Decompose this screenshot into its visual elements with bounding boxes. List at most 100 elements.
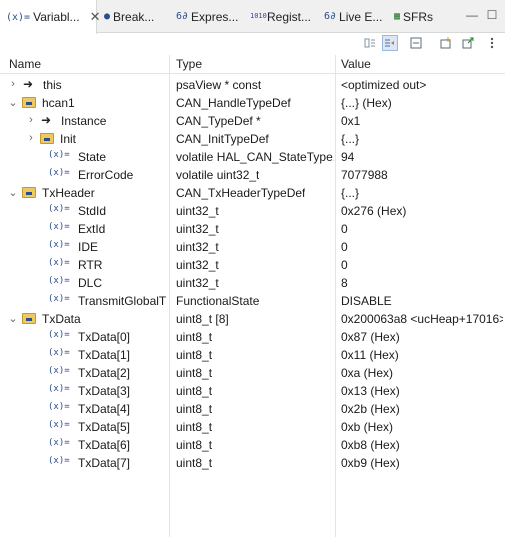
variable-value[interactable]: 0x87 (Hex) (341, 330, 400, 344)
variable-name: StdId (78, 204, 107, 218)
collapse-all-icon[interactable] (408, 35, 424, 51)
variable-value[interactable]: 0x2b (Hex) (341, 402, 400, 416)
struct-folder-icon (40, 133, 54, 144)
variable-type: uint8_t (176, 438, 213, 452)
variable-icon: (x)= (48, 222, 70, 232)
table-row[interactable]: (x)= ExtId uint32_t 0 (0, 220, 505, 238)
variable-type: uint8_t (176, 402, 213, 416)
variable-value[interactable]: 0xa (Hex) (341, 366, 393, 380)
table-row[interactable]: (x)= TxData[2] uint8_t 0xa (Hex) (0, 364, 505, 382)
variable-name: TxHeader (42, 186, 95, 200)
show-logical-structure-icon[interactable] (382, 35, 398, 51)
variable-value[interactable]: 0xb8 (Hex) (341, 438, 400, 452)
pointer-arrow-icon: ➜ (41, 113, 52, 127)
table-row[interactable]: (x)= RTR uint32_t 0 (0, 256, 505, 274)
table-row[interactable]: › ➜ this psaView * const <optimized out> (0, 76, 505, 94)
variable-type: uint32_t (176, 240, 219, 254)
tab-expressions[interactable]: 6∂ Expres... (170, 0, 245, 33)
table-row[interactable]: ⌄ hcan1 CAN_HandleTypeDef {...} (Hex) (0, 94, 505, 112)
variable-value[interactable]: 0xb (Hex) (341, 420, 393, 434)
struct-folder-icon (22, 187, 36, 198)
variable-type: uint32_t (176, 204, 219, 218)
variable-name: RTR (78, 258, 103, 272)
column-header-type[interactable]: Type (176, 57, 202, 71)
variable-value[interactable]: {...} (341, 186, 359, 200)
variable-icon: (x)= (48, 384, 70, 394)
variable-name: Init (60, 132, 77, 146)
chevron-down-icon[interactable]: ⌄ (8, 186, 18, 199)
tab-label: Variabl... (33, 10, 80, 24)
view-menu-icon[interactable] (484, 35, 500, 51)
chevron-down-icon[interactable]: ⌄ (8, 96, 18, 109)
variable-value[interactable]: 0 (341, 240, 348, 254)
column-header-value[interactable]: Value (341, 57, 371, 71)
table-row[interactable]: (x)= ErrorCode volatile uint32_t 7077988 (0, 166, 505, 184)
variable-value[interactable]: 7077988 (341, 168, 388, 182)
chevron-right-icon[interactable]: › (8, 78, 18, 90)
table-row[interactable]: (x)= DLC uint32_t 8 (0, 274, 505, 292)
variable-type: uint8_t (176, 348, 213, 362)
tab-variables[interactable]: (x)= Variabl... ✕ (0, 0, 100, 34)
table-row[interactable]: (x)= TxData[5] uint8_t 0xb (Hex) (0, 418, 505, 436)
variable-name: TransmitGlobalTime (78, 294, 166, 308)
column-header-name[interactable]: Name (9, 57, 41, 71)
variable-value[interactable]: 8 (341, 276, 348, 290)
variable-value[interactable]: {...} (Hex) (341, 96, 392, 110)
maximize-icon[interactable]: ☐ (485, 8, 499, 22)
tab-registers[interactable]: 1010 Regist... (244, 0, 320, 33)
variable-value[interactable]: 0x276 (Hex) (341, 204, 406, 218)
table-row[interactable]: › ➜ Instance CAN_TypeDef * 0x1 (0, 112, 505, 130)
variable-value[interactable]: 0 (341, 258, 348, 272)
table-row[interactable]: (x)= TxData[6] uint8_t 0xb8 (Hex) (0, 436, 505, 454)
table-row[interactable]: (x)= IDE uint32_t 0 (0, 238, 505, 256)
tab-live-expressions[interactable]: 6∂ Live E... (318, 0, 388, 33)
variable-type: uint32_t (176, 222, 219, 236)
variable-name: IDE (78, 240, 99, 254)
variables-icon: (x)= (6, 11, 31, 23)
chevron-right-icon[interactable]: › (26, 114, 36, 126)
open-new-view-icon[interactable] (460, 35, 476, 51)
variable-type: uint8_t (176, 420, 213, 434)
chevron-right-icon[interactable]: › (26, 132, 36, 144)
tab-sfrs[interactable]: ▦ SFRs (388, 0, 448, 33)
minimize-icon[interactable]: — (465, 8, 479, 22)
table-row[interactable]: (x)= TxData[7] uint8_t 0xb9 (Hex) (0, 454, 505, 472)
variable-value[interactable]: 0 (341, 222, 348, 236)
breakpoints-icon: ● (104, 11, 111, 22)
table-row[interactable]: ⌄ TxHeader CAN_TxHeaderTypeDef {...} (0, 184, 505, 202)
table-row[interactable]: (x)= TransmitGlobalTime FunctionalState DIS… (0, 292, 505, 310)
variable-value[interactable]: 94 (341, 150, 354, 164)
variable-value[interactable]: 0x1 (341, 114, 360, 128)
table-row[interactable]: › Init CAN_InitTypeDef {...} (0, 130, 505, 148)
variable-value[interactable]: <optimized out> (341, 78, 426, 92)
variable-type: CAN_TypeDef * (176, 114, 261, 128)
add-global-variables-icon[interactable] (438, 35, 454, 51)
variable-value[interactable]: 0x200063a8 <ucHeap+17016> (341, 312, 503, 326)
variable-value[interactable]: 0xb9 (Hex) (341, 456, 400, 470)
chevron-down-icon[interactable]: ⌄ (8, 312, 18, 325)
table-row[interactable]: (x)= TxData[3] uint8_t 0x13 (Hex) (0, 382, 505, 400)
variable-type: CAN_InitTypeDef (176, 132, 269, 146)
variable-type: FunctionalState (176, 294, 260, 308)
show-type-names-icon[interactable] (362, 35, 378, 51)
variable-type: uint8_t [8] (176, 312, 229, 326)
variable-icon: (x)= (48, 168, 70, 178)
table-row[interactable]: ⌄ TxData uint8_t [8] 0x200063a8 <ucHeap+170… (0, 310, 505, 328)
table-row[interactable]: (x)= TxData[1] uint8_t 0x11 (Hex) (0, 346, 505, 364)
variable-type: uint8_t (176, 366, 213, 380)
variable-icon: (x)= (48, 204, 70, 214)
table-row[interactable]: (x)= StdId uint32_t 0x276 (Hex) (0, 202, 505, 220)
table-row[interactable]: (x)= TxData[0] uint8_t 0x87 (Hex) (0, 328, 505, 346)
variable-value[interactable]: 0x11 (Hex) (341, 348, 399, 362)
variable-value[interactable]: DISABLE (341, 294, 392, 308)
variable-type: CAN_TxHeaderTypeDef (176, 186, 306, 200)
variable-icon: (x)= (48, 366, 70, 376)
variable-value[interactable]: {...} (341, 132, 359, 146)
table-row[interactable]: (x)= TxData[4] uint8_t 0x2b (Hex) (0, 400, 505, 418)
table-row[interactable]: (x)= State volatile HAL_CAN_StateType... 94 (0, 148, 505, 166)
variable-value[interactable]: 0x13 (Hex) (341, 384, 400, 398)
variable-name: Instance (61, 114, 107, 128)
variable-type: volatile HAL_CAN_StateType... (176, 150, 334, 164)
variable-icon: (x)= (48, 258, 70, 268)
tab-breakpoints[interactable]: ● Break... (98, 0, 168, 33)
